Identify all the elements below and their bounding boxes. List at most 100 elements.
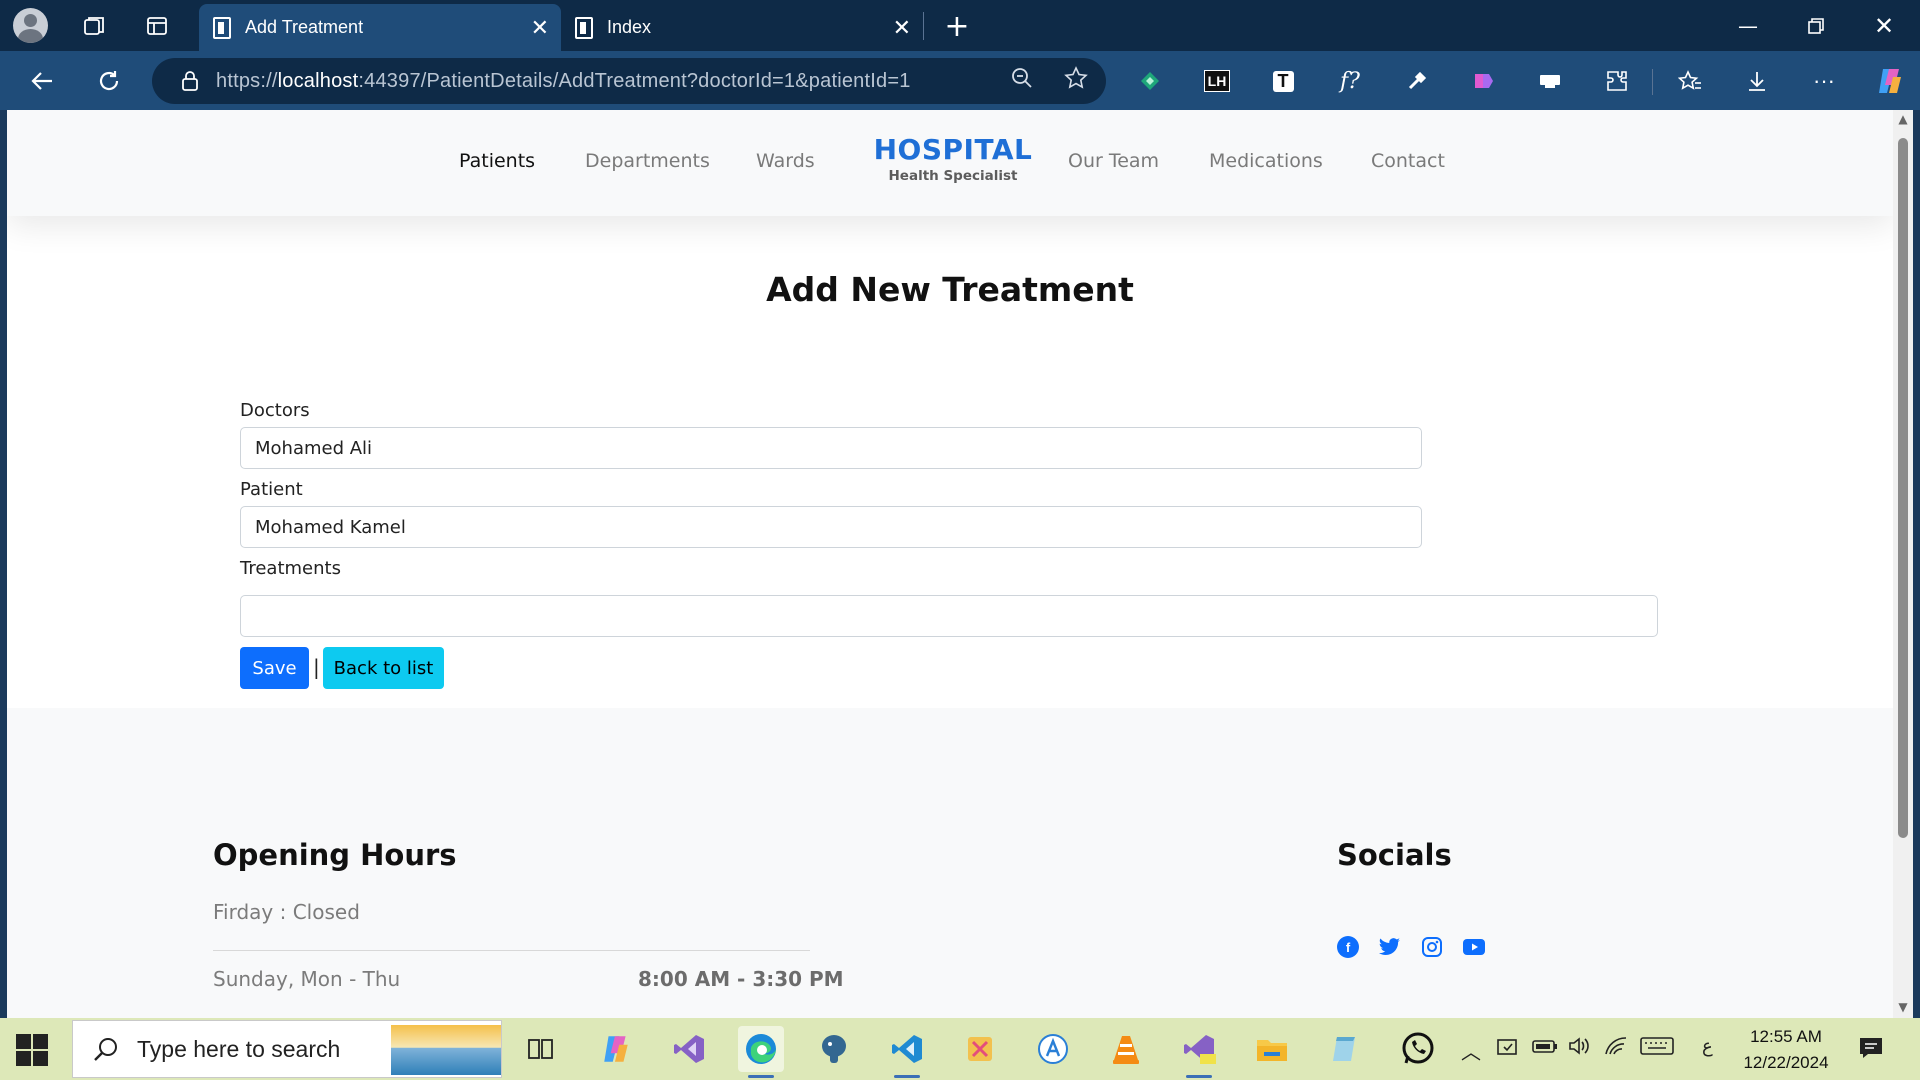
file-explorer-icon[interactable] [1249,1026,1295,1072]
instagram-icon[interactable] [1421,936,1443,958]
keyboard-icon[interactable] [1640,1036,1674,1061]
snipping-tool-icon[interactable] [957,1026,1003,1072]
vlc-icon[interactable] [1103,1026,1149,1072]
youtube-icon[interactable] [1463,936,1485,958]
treatments-label: Treatments [240,558,341,579]
refresh-icon[interactable] [89,61,129,101]
patient-field[interactable]: Mohamed Kamel [240,506,1422,548]
taskbar-search[interactable]: Type here to search [72,1020,502,1078]
nav-link-patients[interactable]: Patients [459,150,535,172]
downloads-icon[interactable] [1740,64,1774,98]
favorites-icon[interactable] [1673,64,1707,98]
whatsapp-icon[interactable] [1395,1026,1441,1072]
extension-diamond-icon[interactable] [1133,64,1167,98]
extension-t-label: T [1272,70,1294,92]
nav-link-contact[interactable]: Contact [1371,150,1445,172]
facebook-icon[interactable]: f [1337,936,1359,958]
browser-tab-bar: Add Treatment ✕ Index ✕ + — ✕ [0,0,1920,51]
brand-title: HOSPITAL [873,133,1033,166]
doctors-field[interactable]: Mohamed Ali [240,427,1422,469]
treatments-input[interactable] [240,595,1658,637]
save-button[interactable]: Save [240,647,309,689]
copilot-icon[interactable] [1873,64,1907,98]
back-to-list-button[interactable]: Back to list [323,647,444,689]
lock-icon[interactable] [180,71,200,91]
scroll-up-icon[interactable]: ▲ [1896,112,1910,126]
onedrive-sync-icon[interactable] [1496,1036,1520,1063]
patient-label: Patient [240,479,303,500]
tab-index[interactable]: Index ✕ [561,4,923,51]
weekdays-label: Sunday, Mon - Thu [213,967,401,991]
close-tab-icon[interactable]: ✕ [893,15,911,41]
extension-gradient-icon[interactable] [1466,64,1500,98]
site-brand[interactable]: HOSPITAL Health Specialist [873,133,1033,185]
scroll-down-icon[interactable]: ▼ [1896,1000,1910,1014]
nav-link-departments[interactable]: Departments [585,150,710,172]
visual-studio-preview-icon[interactable] [1176,1026,1222,1078]
edge-browser-icon[interactable] [738,1026,784,1078]
copilot-app-icon[interactable] [593,1026,639,1072]
doctors-label: Doctors [240,400,310,421]
nav-link-our-team[interactable]: Our Team [1068,150,1159,172]
wifi-icon[interactable] [1604,1036,1628,1061]
workspaces-icon[interactable] [76,8,112,44]
notepad-icon[interactable] [1322,1026,1368,1072]
weekdays-hours: 8:00 AM - 3:30 PM [638,967,844,991]
extension-lh-label: LH [1203,70,1231,92]
show-hidden-icons-chevron-icon[interactable]: ︿ [1461,1036,1481,1065]
app-installer-icon[interactable] [1030,1026,1076,1072]
battery-icon[interactable] [1532,1036,1558,1060]
tab-divider [923,12,924,40]
site-footer: Opening Hours Firday : Closed Sunday, Mo… [7,708,1893,1018]
button-separator: | [313,655,320,679]
extension-t-icon[interactable]: T [1266,64,1300,98]
clock-date: 12/22/2024 [1743,1053,1829,1072]
taskbar-clock[interactable]: 12:55 AM 12/22/2024 [1736,1024,1836,1076]
more-menu-icon[interactable]: ··· [1807,64,1841,98]
volume-icon[interactable] [1568,1036,1592,1061]
vscode-icon[interactable] [884,1026,930,1078]
new-tab-icon[interactable]: + [939,8,975,44]
input-language[interactable]: ع [1702,1036,1713,1057]
hours-divider [213,950,810,951]
windows-start-icon[interactable] [14,1032,48,1066]
task-view-icon[interactable] [517,1026,563,1072]
main-content: Add New Treatment Doctors Mohamed Ali Pa… [7,216,1893,708]
extensions-puzzle-icon[interactable] [1600,64,1634,98]
search-placeholder: Type here to search [137,1035,341,1062]
page-scrollbar[interactable]: ▲ ▼ [1893,110,1913,1018]
restore-icon[interactable] [1782,0,1850,51]
windows-taskbar: Type here to search ︿ ع 12:55 AM 12/22/2… [0,1018,1920,1080]
minimize-icon[interactable]: — [1714,0,1782,51]
address-bar[interactable]: https://localhost:44397/PatientDetails/A… [152,58,1106,104]
nav-link-wards[interactable]: Wards [756,150,815,172]
opening-hours-heading: Opening Hours [213,838,457,872]
notifications-icon[interactable] [1858,1036,1884,1065]
tab-add-treatment[interactable]: Add Treatment ✕ [199,4,561,51]
page-title: Add New Treatment [766,270,1134,309]
search-highlight-image [391,1025,501,1075]
profile-avatar[interactable] [13,8,48,43]
extension-lighthouse-icon[interactable]: LH [1200,64,1234,98]
extension-screen-icon[interactable] [1533,64,1567,98]
color-picker-icon[interactable] [1400,64,1434,98]
twitter-icon[interactable] [1379,936,1401,958]
socials-heading: Socials [1337,838,1452,872]
toolbar-divider [1652,69,1653,95]
close-window-icon[interactable]: ✕ [1850,0,1918,51]
zoom-icon[interactable] [1010,66,1034,96]
back-icon[interactable] [22,61,62,101]
url-text: https://localhost:44397/PatientDetails/A… [216,70,911,93]
clock-time: 12:55 AM [1750,1027,1822,1046]
postgres-icon[interactable] [811,1026,857,1072]
extension-font-icon[interactable]: f? [1333,64,1367,98]
favorite-star-icon[interactable] [1064,66,1088,96]
tab-label: Index [607,17,652,37]
visual-studio-icon[interactable] [666,1026,712,1072]
nav-link-medications[interactable]: Medications [1209,150,1323,172]
close-tab-icon[interactable]: ✕ [531,15,549,41]
brand-subtitle: Health Specialist [888,168,1018,184]
tab-actions-icon[interactable] [139,8,175,44]
scroll-thumb[interactable] [1898,138,1908,838]
site-navbar: Patients Departments Wards HOSPITAL Heal… [7,110,1893,216]
